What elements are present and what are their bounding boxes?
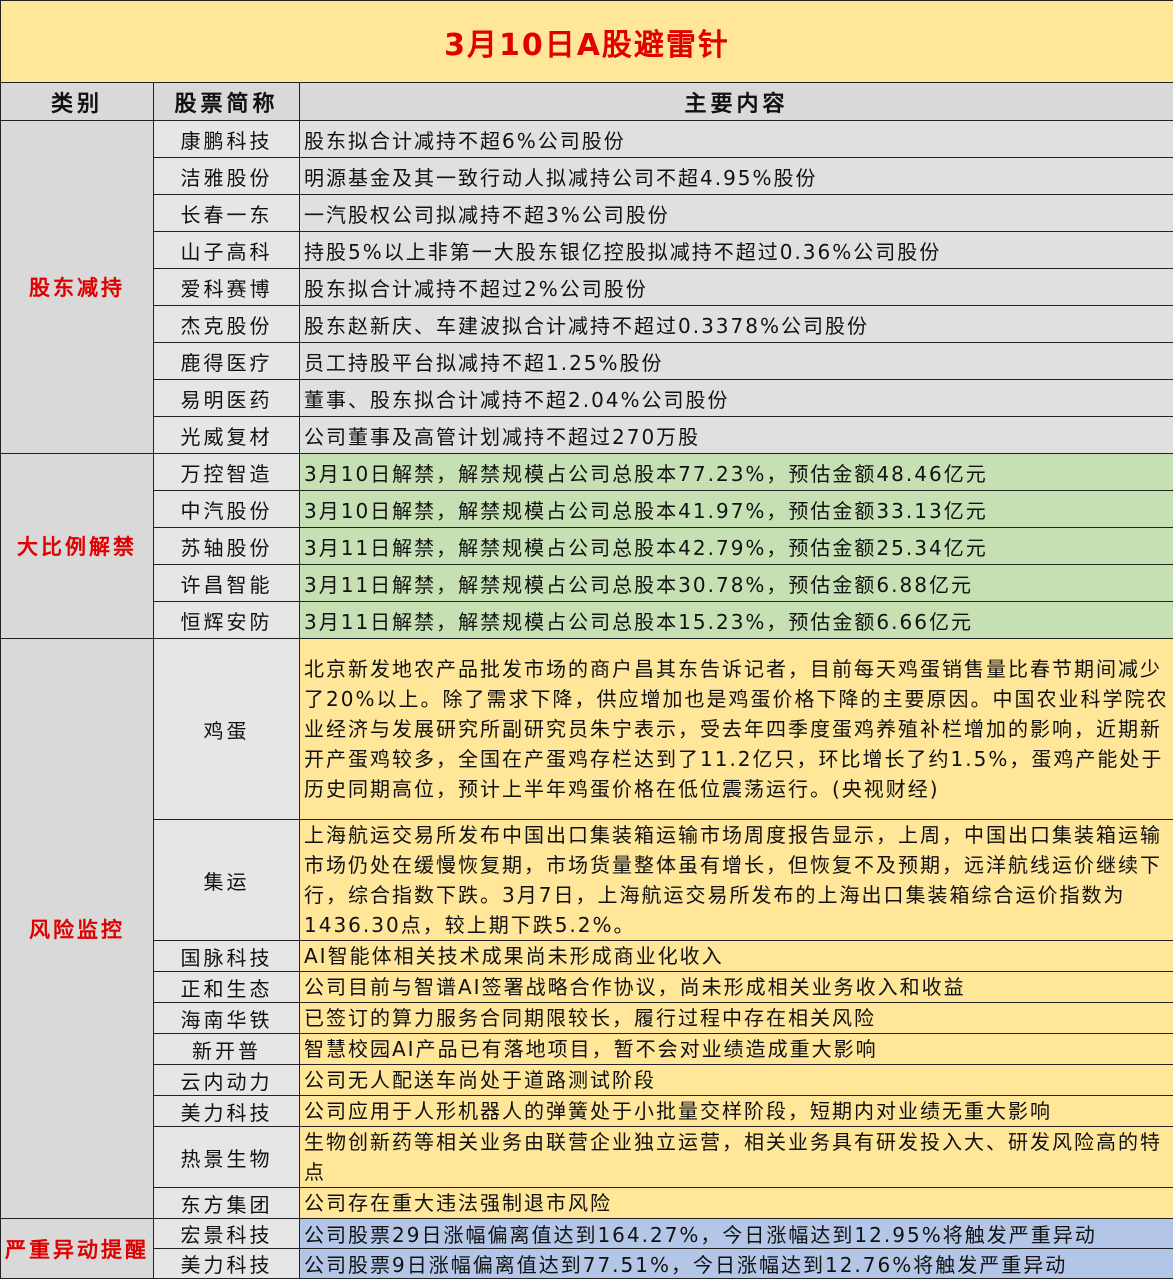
content-cell: 持股5%以上非第一大股东银亿控股拟减持不超过0.36%公司股份: [300, 232, 1173, 269]
stock-name-cell: 恒辉安防: [154, 602, 300, 639]
table-row: 美力科技公司股票9日涨幅偏离值达到77.51%，今日涨幅达到12.76%将触发严…: [1, 1249, 1173, 1279]
table-row: 易明医药董事、股东拟合计减持不超2.04%公司股份: [1, 380, 1173, 417]
stock-name-cell: 美力科技: [154, 1249, 300, 1279]
content-cell: 公司董事及高管计划减持不超过270万股: [300, 417, 1173, 454]
content-cell: 3月11日解禁，解禁规模占公司总股本30.78%，预估金额6.88亿元: [300, 565, 1173, 602]
category-cell: 严重异动提醒: [1, 1219, 154, 1279]
stock-name-cell: 正和生态: [154, 972, 300, 1003]
stock-name-cell: 易明医药: [154, 380, 300, 417]
table-row: 长春一东一汽股权公司拟减持不超3%公司股份: [1, 195, 1173, 232]
stock-name-cell: 新开普: [154, 1034, 300, 1065]
content-cell: 公司股票9日涨幅偏离值达到77.51%，今日涨幅达到12.76%将触发严重异动: [300, 1249, 1173, 1279]
table-row: 恒辉安防3月11日解禁，解禁规模占公司总股本15.23%，预估金额6.66亿元: [1, 602, 1173, 639]
stock-name-cell: 山子高科: [154, 232, 300, 269]
table-row: 东方集团公司存在重大违法强制退市风险: [1, 1188, 1173, 1219]
page-title: 3月10日A股避雷针: [1, 1, 1173, 83]
stock-name-cell: 鸡蛋: [154, 639, 300, 820]
risk-table: 3月10日A股避雷针 类别 股票简称 主要内容 股东减持康鹏科技股东拟合计减持不…: [0, 0, 1173, 1279]
content-cell: 董事、股东拟合计减持不超2.04%公司股份: [300, 380, 1173, 417]
table-row: 国脉科技AI智能体相关技术成果尚未形成商业化收入: [1, 941, 1173, 972]
stock-name-cell: 万控智造: [154, 454, 300, 491]
table-row: 集运上海航运交易所发布中国出口集装箱运输市场周度报告显示，上周，中国出口集装箱运…: [1, 820, 1173, 941]
content-cell: 智慧校园AI产品已有落地项目，暂不会对业绩造成重大影响: [300, 1034, 1173, 1065]
stock-name-cell: 国脉科技: [154, 941, 300, 972]
stock-name-cell: 美力科技: [154, 1096, 300, 1127]
content-cell: 3月10日解禁，解禁规模占公司总股本41.97%，预估金额33.13亿元: [300, 491, 1173, 528]
category-cell: 股东减持: [1, 121, 154, 454]
content-cell: 员工持股平台拟减持不超1.25%股份: [300, 343, 1173, 380]
stock-name-cell: 康鹏科技: [154, 121, 300, 158]
content-cell: 上海航运交易所发布中国出口集装箱运输市场周度报告显示，上周，中国出口集装箱运输市…: [300, 820, 1173, 941]
stock-name-cell: 热景生物: [154, 1127, 300, 1188]
table-row: 洁雅股份明源基金及其一致行动人拟减持公司不超4.95%股份: [1, 158, 1173, 195]
table-row: 风险监控鸡蛋北京新发地农产品批发市场的商户昌其东告诉记者，目前每天鸡蛋销售量比春…: [1, 639, 1173, 820]
content-cell: 公司股票29日涨幅偏离值达到164.27%，今日涨幅达到12.95%将触发严重异…: [300, 1219, 1173, 1249]
table-row: 正和生态公司目前与智谱AI签署战略合作协议，尚未形成相关业务收入和收益: [1, 972, 1173, 1003]
table-row: 大比例解禁万控智造3月10日解禁，解禁规模占公司总股本77.23%，预估金额48…: [1, 454, 1173, 491]
table-row: 光威复材公司董事及高管计划减持不超过270万股: [1, 417, 1173, 454]
table-row: 许昌智能3月11日解禁，解禁规模占公司总股本30.78%，预估金额6.88亿元: [1, 565, 1173, 602]
table-row: 杰克股份股东赵新庆、车建波拟合计减持不超过0.3378%公司股份: [1, 306, 1173, 343]
header-category: 类别: [1, 83, 154, 121]
content-cell: 3月11日解禁，解禁规模占公司总股本42.79%，预估金额25.34亿元: [300, 528, 1173, 565]
stock-name-cell: 集运: [154, 820, 300, 941]
stock-name-cell: 东方集团: [154, 1188, 300, 1219]
content-cell: 已签订的算力服务合同期限较长，履行过程中存在相关风险: [300, 1003, 1173, 1034]
content-cell: AI智能体相关技术成果尚未形成商业化收入: [300, 941, 1173, 972]
content-cell: 3月11日解禁，解禁规模占公司总股本15.23%，预估金额6.66亿元: [300, 602, 1173, 639]
table-row: 海南华铁已签订的算力服务合同期限较长，履行过程中存在相关风险: [1, 1003, 1173, 1034]
table-row: 中汽股份3月10日解禁，解禁规模占公司总股本41.97%，预估金额33.13亿元: [1, 491, 1173, 528]
stock-name-cell: 洁雅股份: [154, 158, 300, 195]
content-cell: 股东赵新庆、车建波拟合计减持不超过0.3378%公司股份: [300, 306, 1173, 343]
category-cell: 大比例解禁: [1, 454, 154, 639]
stock-name-cell: 鹿得医疗: [154, 343, 300, 380]
stock-name-cell: 云内动力: [154, 1065, 300, 1096]
content-cell: 一汽股权公司拟减持不超3%公司股份: [300, 195, 1173, 232]
table-row: 云内动力公司无人配送车尚处于道路测试阶段: [1, 1065, 1173, 1096]
stock-name-cell: 杰克股份: [154, 306, 300, 343]
content-cell: 3月10日解禁，解禁规模占公司总股本77.23%，预估金额48.46亿元: [300, 454, 1173, 491]
stock-name-cell: 许昌智能: [154, 565, 300, 602]
table-row: 新开普智慧校园AI产品已有落地项目，暂不会对业绩造成重大影响: [1, 1034, 1173, 1065]
table-row: 鹿得医疗员工持股平台拟减持不超1.25%股份: [1, 343, 1173, 380]
table-row: 股东减持康鹏科技股东拟合计减持不超6%公司股份: [1, 121, 1173, 158]
table-row: 爱科赛博股东拟合计减持不超过2%公司股份: [1, 269, 1173, 306]
content-cell: 公司目前与智谱AI签署战略合作协议，尚未形成相关业务收入和收益: [300, 972, 1173, 1003]
stock-name-cell: 宏景科技: [154, 1219, 300, 1249]
stock-name-cell: 光威复材: [154, 417, 300, 454]
header-stock-name: 股票简称: [154, 83, 300, 121]
content-cell: 明源基金及其一致行动人拟减持公司不超4.95%股份: [300, 158, 1173, 195]
table-row: 山子高科持股5%以上非第一大股东银亿控股拟减持不超过0.36%公司股份: [1, 232, 1173, 269]
stock-name-cell: 长春一东: [154, 195, 300, 232]
stock-name-cell: 海南华铁: [154, 1003, 300, 1034]
stock-name-cell: 苏轴股份: [154, 528, 300, 565]
content-cell: 公司无人配送车尚处于道路测试阶段: [300, 1065, 1173, 1096]
content-cell: 股东拟合计减持不超过2%公司股份: [300, 269, 1173, 306]
content-cell: 股东拟合计减持不超6%公司股份: [300, 121, 1173, 158]
content-cell: 公司存在重大违法强制退市风险: [300, 1188, 1173, 1219]
stock-name-cell: 爱科赛博: [154, 269, 300, 306]
content-cell: 公司应用于人形机器人的弹簧处于小批量交样阶段，短期内对业绩无重大影响: [300, 1096, 1173, 1127]
table-row: 严重异动提醒宏景科技公司股票29日涨幅偏离值达到164.27%，今日涨幅达到12…: [1, 1219, 1173, 1249]
category-cell: 风险监控: [1, 639, 154, 1219]
content-cell: 北京新发地农产品批发市场的商户昌其东告诉记者，目前每天鸡蛋销售量比春节期间减少了…: [300, 639, 1173, 820]
header-content: 主要内容: [300, 83, 1173, 121]
table-row: 美力科技公司应用于人形机器人的弹簧处于小批量交样阶段，短期内对业绩无重大影响: [1, 1096, 1173, 1127]
table-row: 热景生物生物创新药等相关业务由联营企业独立运营，相关业务具有研发投入大、研发风险…: [1, 1127, 1173, 1188]
content-cell: 生物创新药等相关业务由联营企业独立运营，相关业务具有研发投入大、研发风险高的特点: [300, 1127, 1173, 1188]
table-row: 苏轴股份3月11日解禁，解禁规模占公司总股本42.79%，预估金额25.34亿元: [1, 528, 1173, 565]
stock-name-cell: 中汽股份: [154, 491, 300, 528]
